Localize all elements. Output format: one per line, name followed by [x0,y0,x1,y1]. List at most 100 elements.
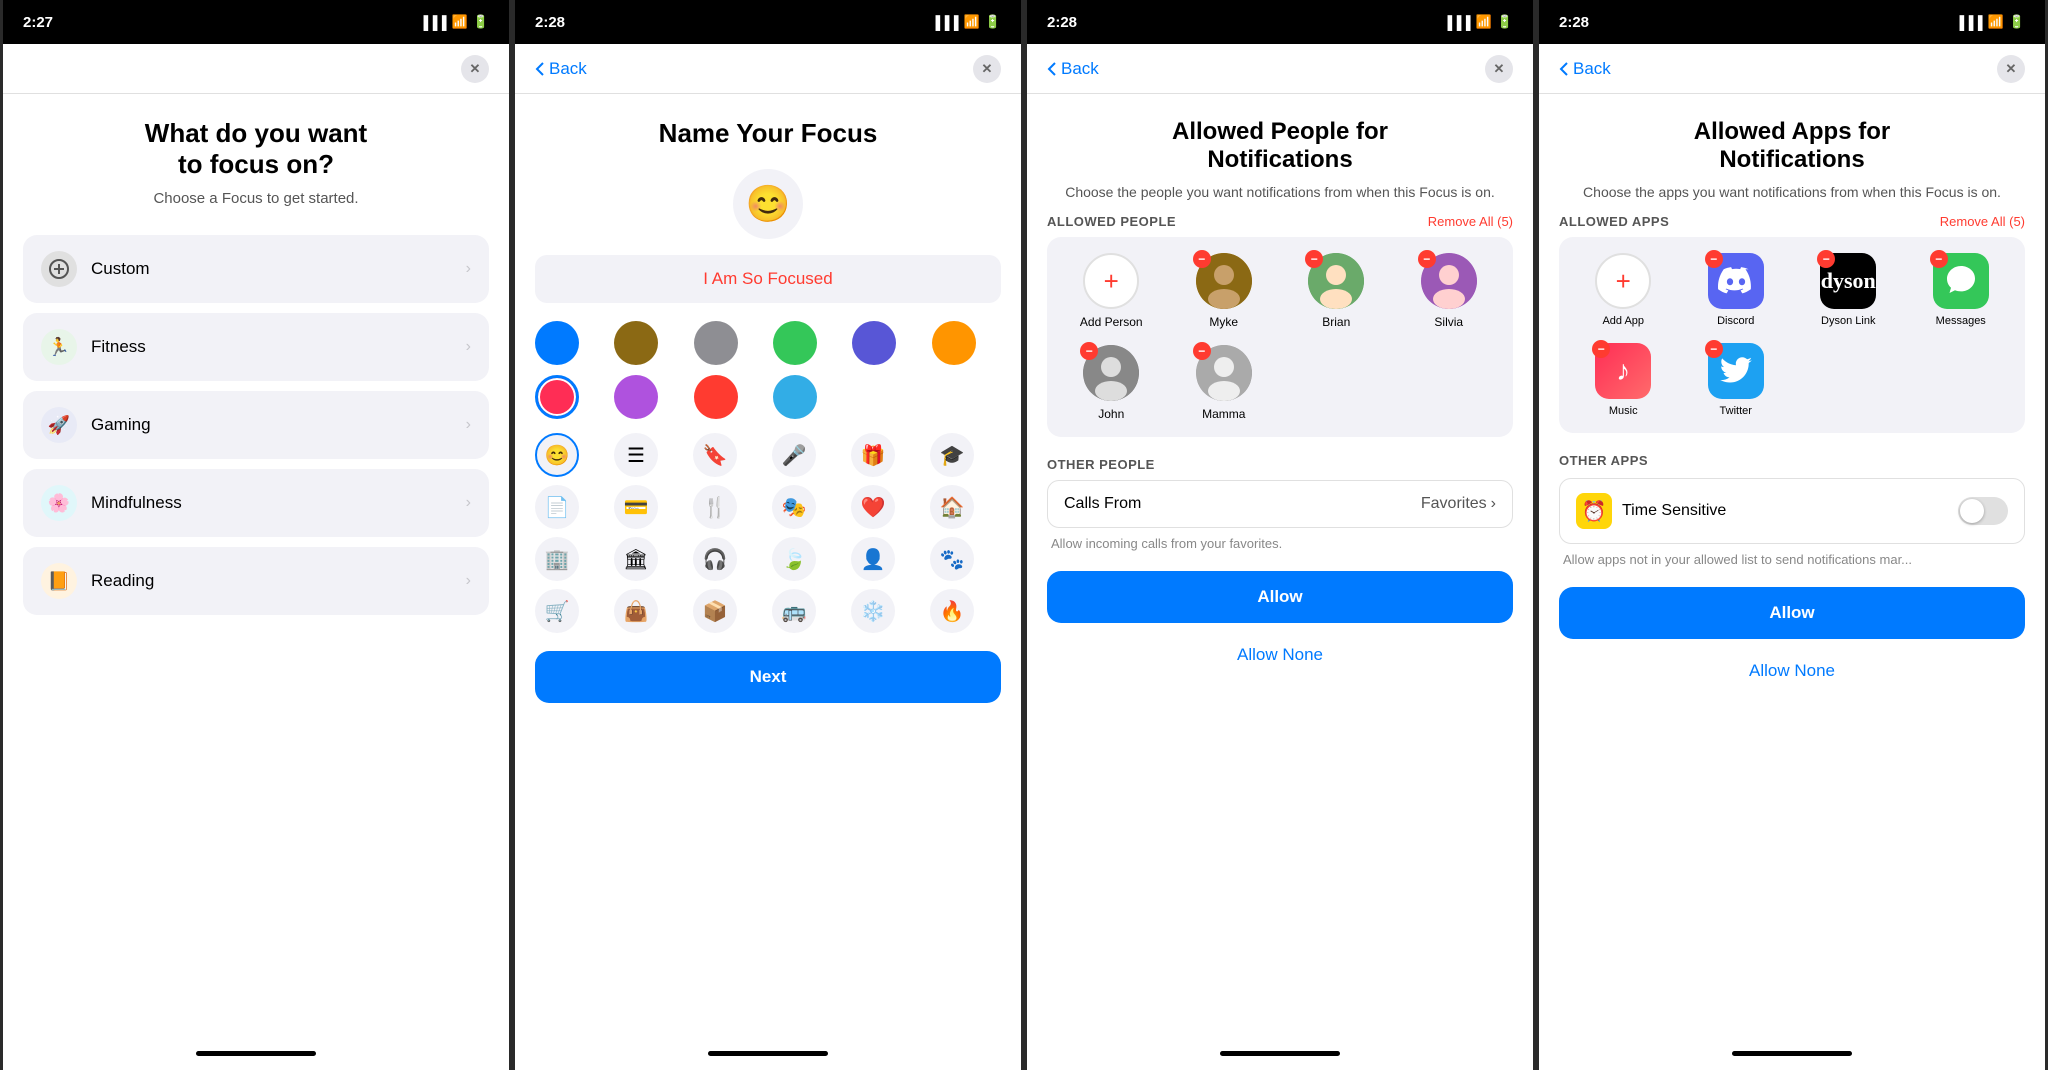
add-app-item[interactable]: + Add App [1575,253,1672,327]
signal-icon-3: ▐▐▐ [1443,15,1471,30]
wifi-icon-2: 📶 [964,14,980,30]
option-fitness[interactable]: 🏃 Fitness › [23,313,489,381]
close-button-4[interactable]: ✕ [1997,55,2025,83]
nav-bar-2: Back ✕ [515,44,1021,94]
close-button-3[interactable]: ✕ [1485,55,1513,83]
remove-messages[interactable]: − [1930,250,1948,268]
focus-emoji[interactable]: 😊 [733,169,803,239]
john-name: John [1098,407,1124,421]
people-grid: + Add Person − Myke − [1047,237,1513,437]
emoji-mic[interactable]: 🎤 [772,433,816,477]
emoji-card[interactable]: 💳 [614,485,658,529]
home-bar-4 [1732,1051,1852,1056]
option-gaming[interactable]: 🚀 Gaming › [23,391,489,459]
battery-icon-4: 🔋 [2009,14,2025,30]
time-sensitive-row: ⏰ Time Sensitive [1559,478,2025,544]
twitter-name: Twitter [1720,405,1752,417]
time-3: 2:28 [1047,14,1077,31]
app-twitter: − Twitter [1688,343,1785,417]
screen4-content: Allowed Apps forNotifications Choose the… [1539,94,2045,1036]
fitness-chevron: › [466,338,471,356]
allow-button-3[interactable]: Allow [1047,571,1513,623]
emoji-fire[interactable]: 🔥 [930,589,974,633]
emoji-box[interactable]: 📦 [693,589,737,633]
emoji-heart[interactable]: ❤️ [851,485,895,529]
emoji-fork[interactable]: 🍴 [693,485,737,529]
emoji-paw[interactable]: 🐾 [930,537,974,581]
color-brown[interactable] [614,321,658,365]
time-sensitive-toggle[interactable] [1958,497,2008,525]
remove-mamma[interactable]: − [1193,342,1211,360]
color-gray[interactable] [694,321,738,365]
back-button-2[interactable]: Back [535,59,587,79]
remove-all-apps[interactable]: Remove All (5) [1940,214,2025,229]
silvia-name: Silvia [1434,315,1463,329]
emoji-list[interactable]: ☰ [614,433,658,477]
remove-silvia[interactable]: − [1418,250,1436,268]
mindfulness-chevron: › [466,494,471,512]
emoji-bookmark[interactable]: 🔖 [693,433,737,477]
wifi-icon-3: 📶 [1476,14,1492,30]
close-button-1[interactable]: ✕ [461,55,489,83]
main-title-3: Allowed People forNotifications [1047,118,1513,174]
ts-help-text: Allow apps not in your allowed list to s… [1559,552,2025,567]
emoji-grad[interactable]: 🎓 [930,433,974,477]
allow-button-4[interactable]: Allow [1559,587,2025,639]
main-title-2: Name Your Focus [535,118,1001,149]
back-button-4[interactable]: Back [1559,59,1611,79]
calls-from-chevron: › [1491,495,1496,513]
option-custom[interactable]: Custom › [23,235,489,303]
color-violet[interactable] [614,375,658,419]
color-teal[interactable] [773,375,817,419]
close-button-2[interactable]: ✕ [973,55,1001,83]
home-bar-3 [1220,1051,1340,1056]
screen4: 2:28 ▐▐▐ 📶 🔋 Back ✕ Allowed Apps forNoti… [1536,0,2048,1070]
color-blue[interactable] [535,321,579,365]
color-orange[interactable] [932,321,976,365]
screen2: 2:28 ▐▐▐ 📶 🔋 Back ✕ Name Your Focus 😊 [512,0,1024,1070]
status-bar-2: 2:28 ▐▐▐ 📶 🔋 [515,0,1021,44]
emoji-person[interactable]: 👤 [851,537,895,581]
color-pink[interactable] [535,375,579,419]
focus-name-input[interactable] [535,255,1001,303]
allow-none-button-4[interactable]: Allow None [1559,649,2025,693]
emoji-house[interactable]: 🏠 [930,485,974,529]
emoji-masks[interactable]: 🎭 [772,485,816,529]
option-mindfulness[interactable]: 🌸 Mindfulness › [23,469,489,537]
app-discord: − Discord [1688,253,1785,327]
remove-discord[interactable]: − [1705,250,1723,268]
mindfulness-label: Mindfulness [91,493,466,513]
remove-twitter[interactable]: − [1705,340,1723,358]
color-green[interactable] [773,321,817,365]
emoji-doc[interactable]: 📄 [535,485,579,529]
emoji-headphones[interactable]: 🎧 [693,537,737,581]
emoji-building[interactable]: 🏢 [535,537,579,581]
emoji-bag[interactable]: 👜 [614,589,658,633]
remove-myke[interactable]: − [1193,250,1211,268]
status-icons-2: ▐▐▐ 📶 🔋 [931,14,1001,30]
title-section-2: Name Your Focus [535,118,1001,149]
emoji-leaf[interactable]: 🍃 [772,537,816,581]
color-purple[interactable] [852,321,896,365]
emoji-cart[interactable]: 🛒 [535,589,579,633]
add-person-item[interactable]: + Add Person [1063,253,1160,329]
remove-all-people[interactable]: Remove All (5) [1428,214,1513,229]
next-button[interactable]: Next [535,651,1001,703]
calls-from-row[interactable]: Calls From Favorites › [1047,480,1513,528]
other-apps-section: OTHER APPS ⏰ Time Sensitive Allow apps n… [1559,453,2025,567]
other-apps-label: OTHER APPS [1559,453,2025,468]
option-reading[interactable]: 📙 Reading › [23,547,489,615]
emoji-bank[interactable]: 🏛 [614,537,658,581]
emoji-snowflake[interactable]: ❄️ [851,589,895,633]
person-john: − John [1063,345,1160,421]
subtitle-1: Choose a Focus to get started. [23,190,489,207]
color-red[interactable] [694,375,738,419]
emoji-gift[interactable]: 🎁 [851,433,895,477]
signal-icon: ▐▐▐ [419,15,447,30]
allow-none-button-3[interactable]: Allow None [1047,633,1513,677]
emoji-bus[interactable]: 🚌 [772,589,816,633]
back-button-3[interactable]: Back [1047,59,1099,79]
wifi-icon-4: 📶 [1988,14,2004,30]
emoji-smiley[interactable]: 😊 [535,433,579,477]
dyson-name: Dyson Link [1821,315,1875,327]
